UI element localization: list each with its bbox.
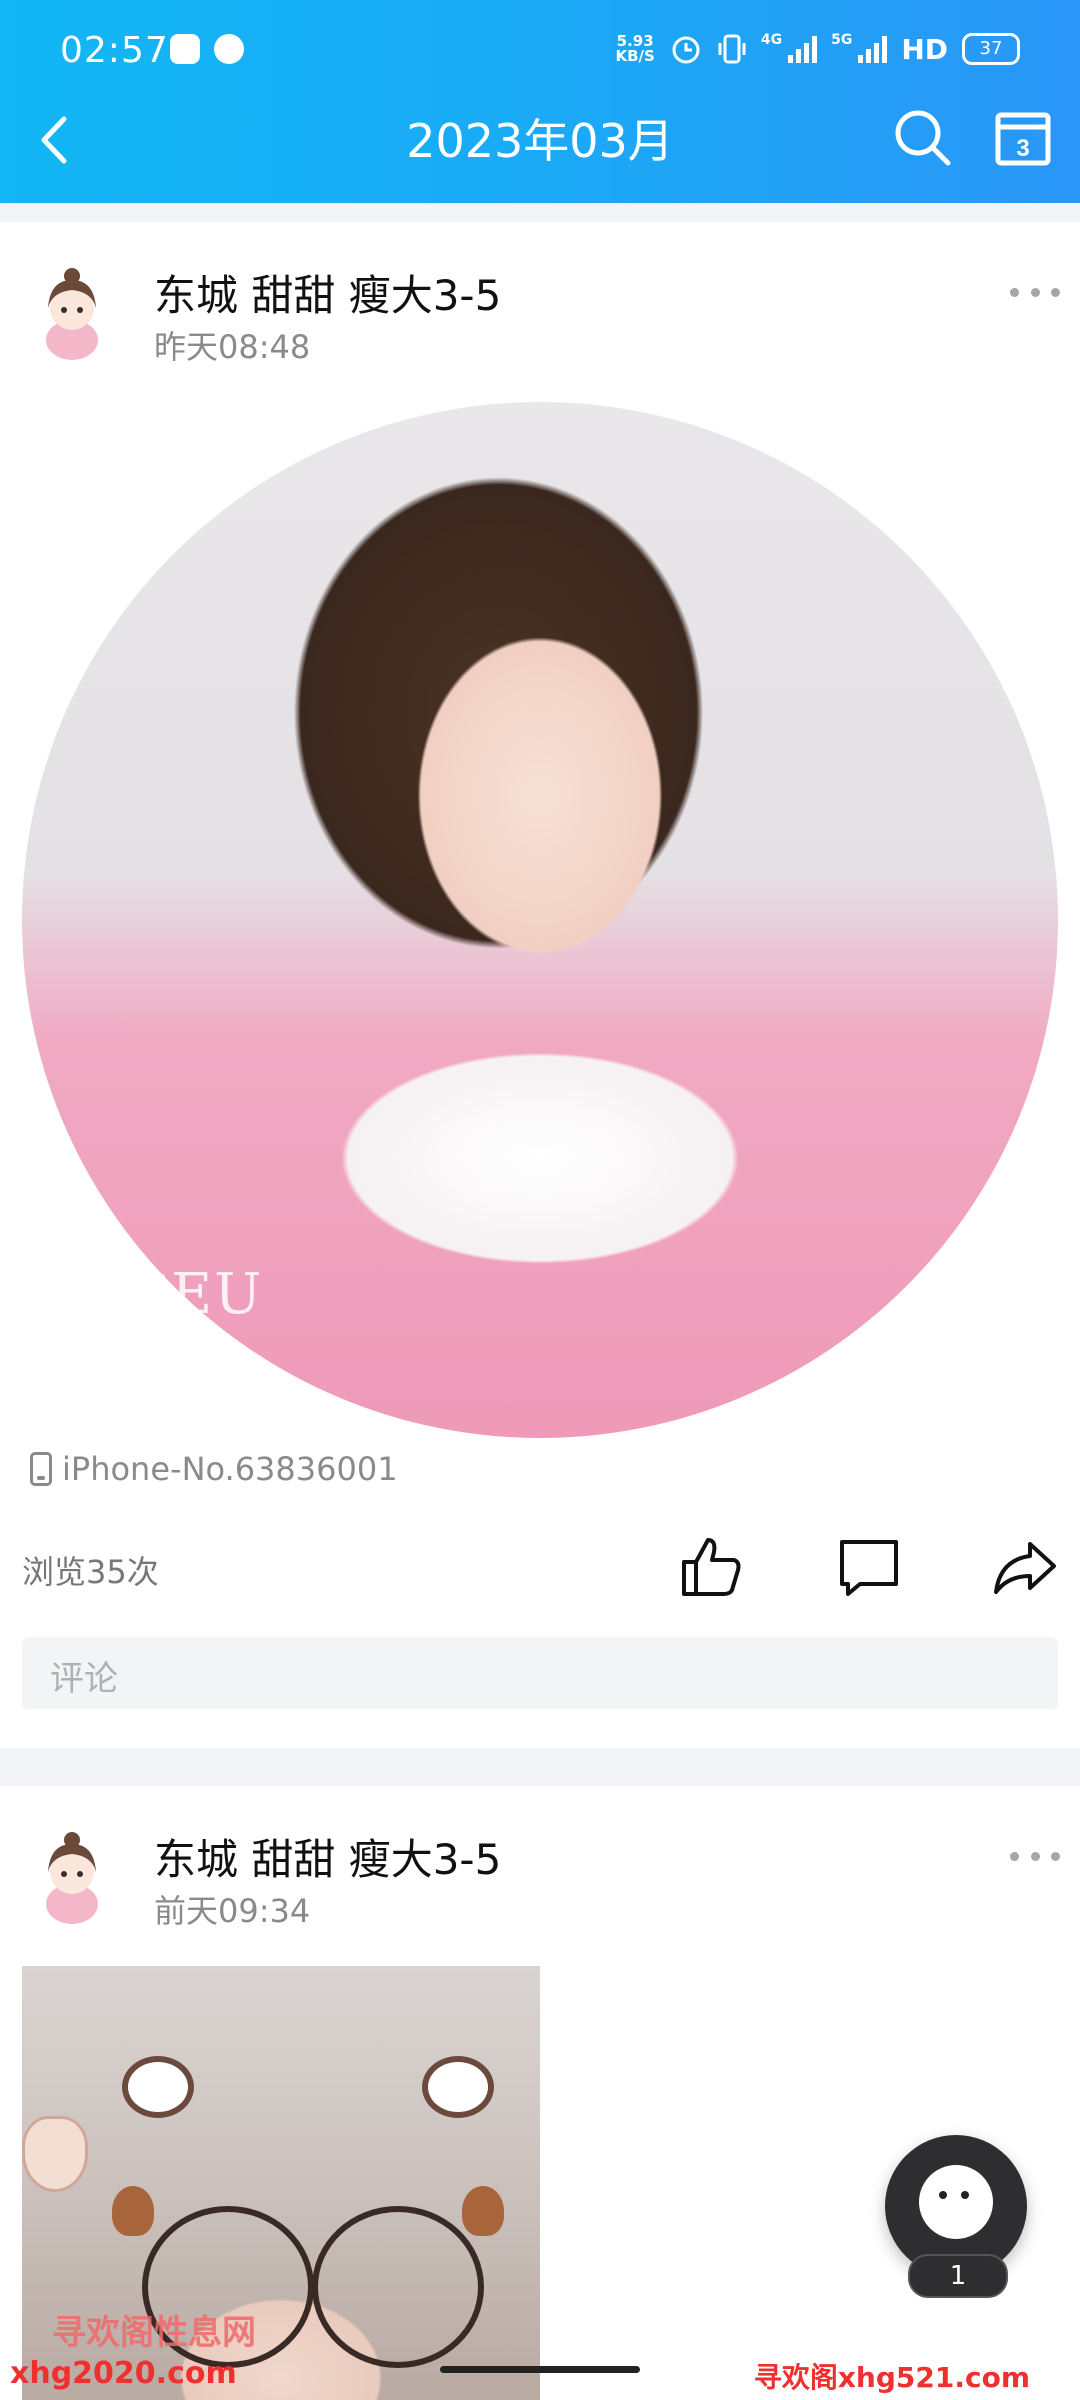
calendar-button[interactable]: 3: [990, 105, 1056, 171]
signal-5g-icon: [858, 35, 888, 63]
avatar[interactable]: [22, 262, 122, 362]
share-button[interactable]: [990, 1532, 1060, 1602]
comment-button[interactable]: [834, 1532, 904, 1602]
signal-4g-icon: [788, 35, 818, 63]
assistant-badge: 1: [908, 2254, 1008, 2298]
app-header: 02:57 5.93 KB/S 4G 5G HD 37 2023年03月 3: [0, 0, 1080, 203]
bear-sticker: [112, 2186, 154, 2236]
watermark-text: 寻欢阁性息网: [52, 2313, 256, 2353]
glasses-sticker: [312, 2206, 484, 2368]
comment-placeholder: 评论: [50, 1659, 118, 1699]
vibrate-icon: [718, 34, 746, 64]
status-time: 02:57: [60, 30, 169, 71]
post-time: 昨天08:48: [154, 328, 311, 366]
phone-icon: [30, 1452, 52, 1486]
svg-text:3: 3: [1016, 135, 1029, 162]
watermark-url: xhg2020.com: [10, 2356, 237, 2391]
more-options-button[interactable]: [1010, 282, 1060, 302]
comment-input[interactable]: 评论: [22, 1637, 1058, 1709]
feed-post: 东城 甜甜 瘦大3-5 昨天08:48 FACEU iPhone-No.6383…: [0, 222, 1080, 1748]
watermark-url-right: 寻欢阁xhg521.com: [753, 2361, 1030, 2394]
more-options-button[interactable]: [1010, 1846, 1060, 1866]
hd-voice-label: HD: [901, 32, 948, 66]
photo-watermark: FACEU: [48, 1262, 264, 1327]
post-time: 前天09:34: [154, 1892, 311, 1930]
like-button[interactable]: [676, 1532, 746, 1602]
network-speed: 5.93 KB/S: [615, 32, 655, 65]
view-count: 浏览35次: [22, 1553, 159, 1591]
post-author[interactable]: 东城 甜甜 瘦大3-5: [154, 1826, 501, 1887]
search-button[interactable]: [890, 105, 956, 171]
app-status-icon: [214, 34, 244, 64]
post-photo[interactable]: FACEU: [22, 402, 1058, 1438]
device-info: iPhone-No.63836001: [30, 1450, 398, 1488]
status-icons: 5.93 KB/S 4G 5G HD 37: [615, 32, 1020, 66]
device-label: iPhone-No.63836001: [62, 1450, 398, 1488]
notification-icon: [170, 34, 200, 64]
gesture-navigation-bar[interactable]: [440, 2366, 640, 2373]
alarm-icon: [672, 36, 700, 64]
battery-indicator: 37: [962, 33, 1020, 65]
avatar[interactable]: [22, 1826, 122, 1926]
ear-sticker: [422, 2056, 494, 2118]
paw-sticker: [22, 2116, 88, 2192]
ear-sticker: [122, 2056, 194, 2118]
post-author[interactable]: 东城 甜甜 瘦大3-5: [154, 262, 501, 323]
assistant-face-icon: [919, 2165, 993, 2239]
network-5g-label: 5G: [831, 32, 853, 48]
bear-sticker: [462, 2186, 504, 2236]
network-4g-label: 4G: [760, 32, 783, 48]
